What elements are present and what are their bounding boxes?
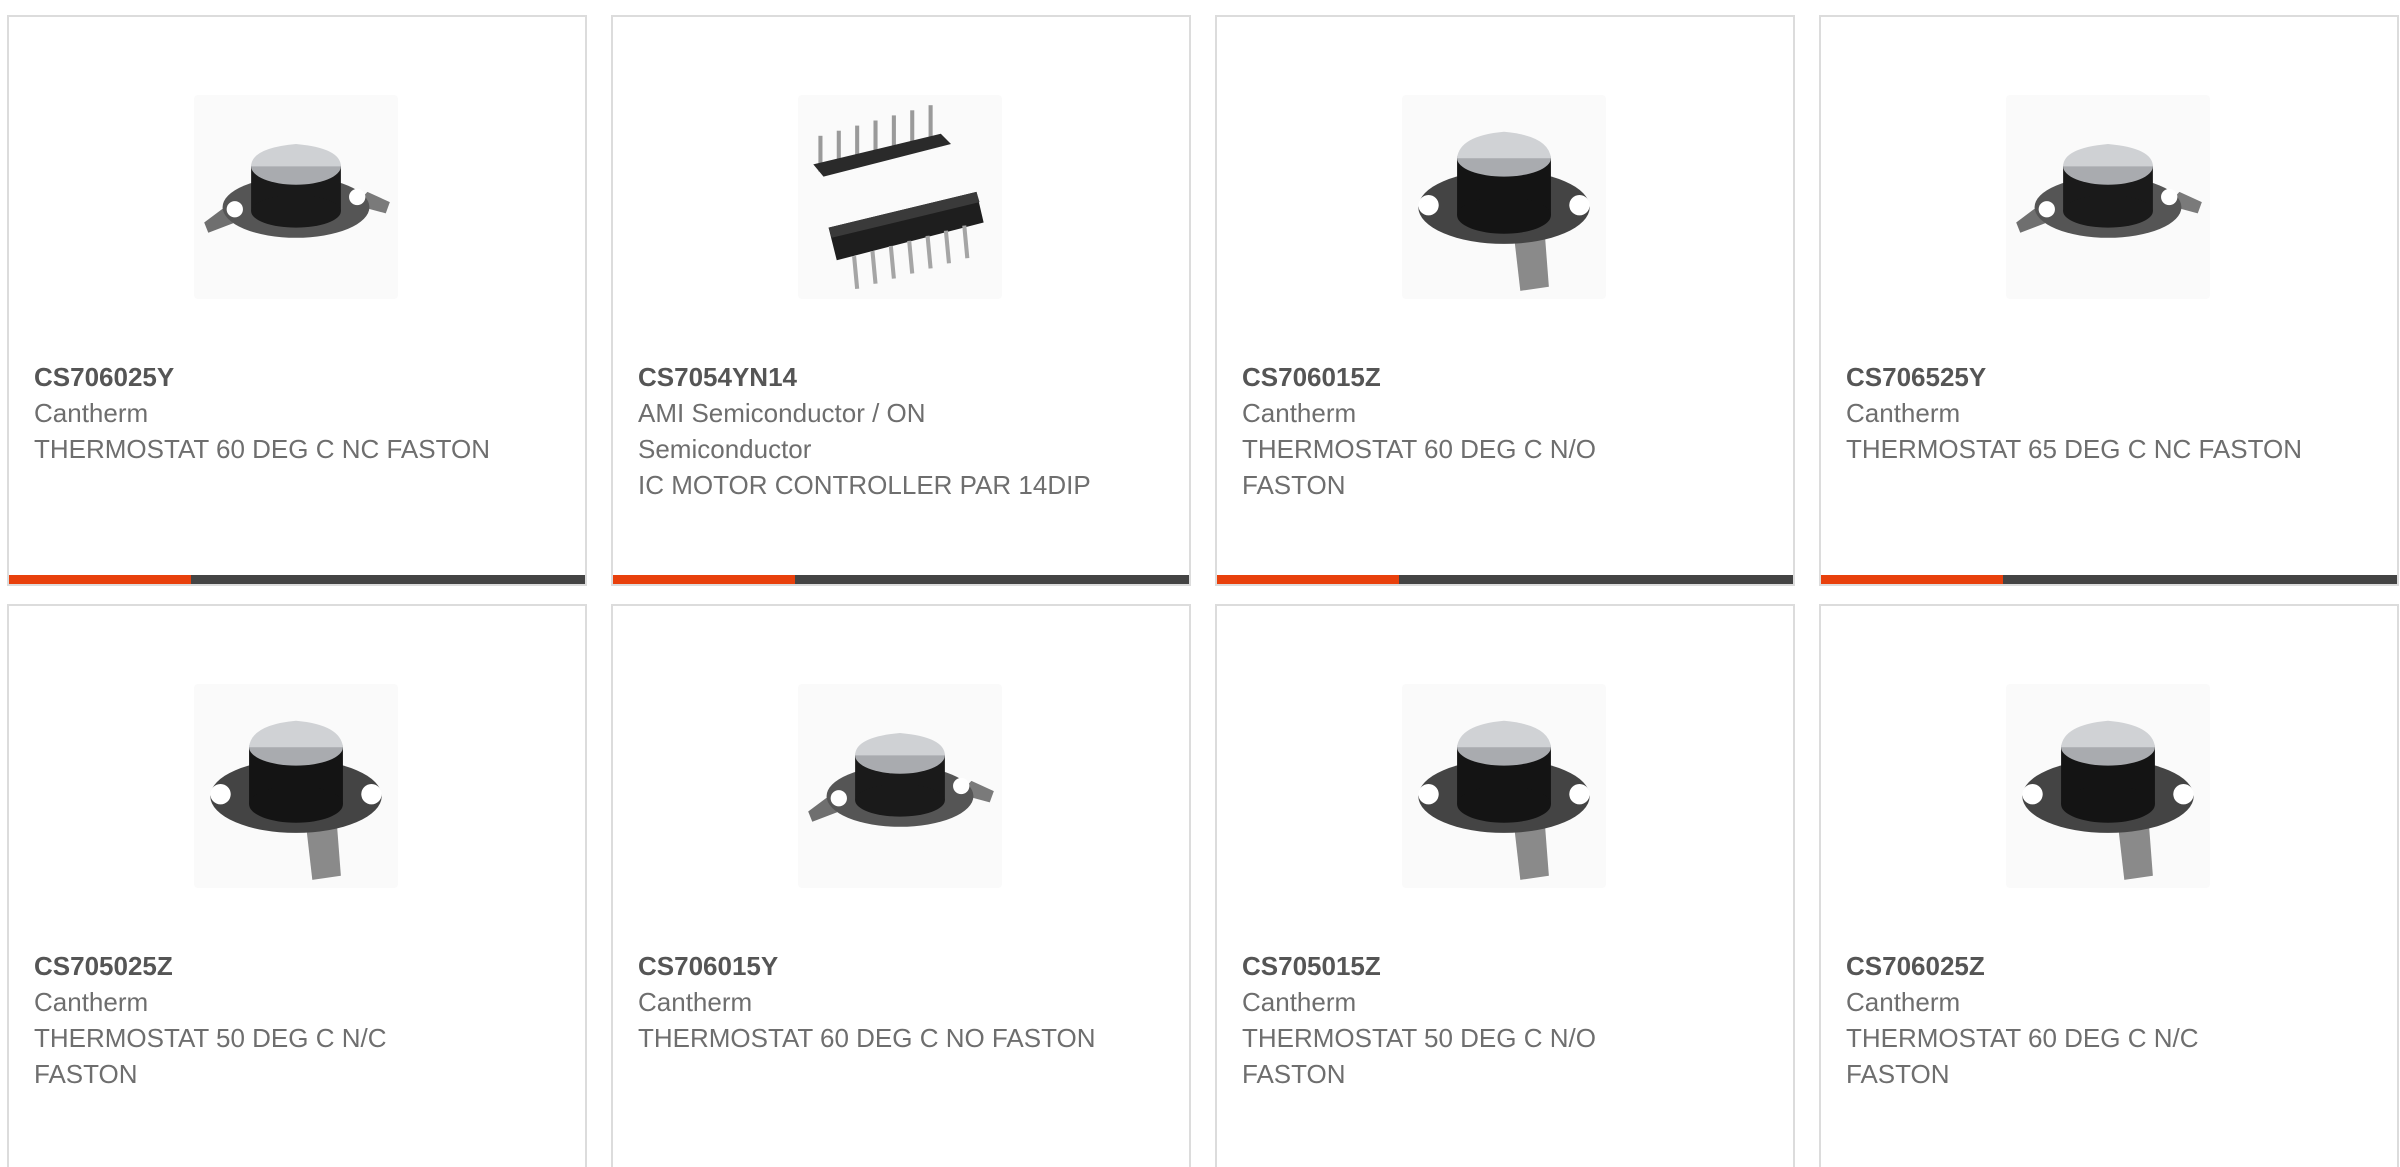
description: THERMOSTAT 50 DEG C N/O FASTON (1242, 1023, 1596, 1089)
part-number[interactable]: CS7054YN14 (638, 359, 1098, 395)
thermostat-faston-tab-icon (1418, 131, 1590, 291)
product-card[interactable]: CS706525Y Cantherm THERMOSTAT 65 DEG C N… (1819, 15, 2399, 586)
product-card[interactable]: CS706015Z Cantherm THERMOSTAT 60 DEG C N… (1215, 15, 1795, 586)
part-number[interactable]: CS706525Y (1846, 359, 2306, 395)
thermostat-side-tabs-icon (204, 143, 390, 238)
product-image[interactable] (1402, 684, 1606, 888)
product-image[interactable] (1402, 95, 1606, 299)
product-image[interactable] (2006, 684, 2210, 888)
product-info: CS706015Y Cantherm THERMOSTAT 60 DEG C N… (638, 948, 1098, 1056)
manufacturer: AMI Semiconductor / ON Semiconductor (638, 398, 926, 464)
product-card[interactable]: CS7054YN14 AMI Semiconductor / ON Semico… (611, 15, 1191, 586)
thermostat-faston-tab-icon (210, 720, 382, 880)
product-image[interactable] (194, 684, 398, 888)
part-number[interactable]: CS706015Z (1242, 359, 1702, 395)
manufacturer: Cantherm (1242, 987, 1357, 1017)
card-accent-bar (1821, 575, 2003, 584)
card-accent-bar (613, 575, 795, 584)
product-card[interactable]: CS706025Y Cantherm THERMOSTAT 60 DEG C N… (7, 15, 587, 586)
manufacturer: Cantherm (638, 987, 753, 1017)
part-number[interactable]: CS705025Z (34, 948, 494, 984)
product-image[interactable] (194, 95, 398, 299)
manufacturer: Cantherm (1242, 398, 1357, 428)
product-image[interactable] (798, 95, 1002, 299)
description: IC MOTOR CONTROLLER PAR 14DIP (638, 470, 1091, 500)
description: THERMOSTAT 50 DEG C N/C FASTON (34, 1023, 387, 1089)
description: THERMOSTAT 60 DEG C NO FASTON (638, 1023, 1096, 1053)
card-accent-bar (1217, 575, 1399, 584)
part-number[interactable]: CS706015Y (638, 948, 1098, 984)
part-number[interactable]: CS705015Z (1242, 948, 1702, 984)
thermostat-faston-tab-icon (1418, 720, 1590, 880)
card-bottom-bar (613, 575, 1189, 584)
manufacturer: Cantherm (1846, 398, 1961, 428)
card-bottom-bar (1217, 575, 1793, 584)
product-info: CS706015Z Cantherm THERMOSTAT 60 DEG C N… (1242, 359, 1702, 503)
part-number[interactable]: CS706025Y (34, 359, 494, 395)
description: THERMOSTAT 60 DEG C N/O FASTON (1242, 434, 1596, 500)
card-bottom-bar (1821, 575, 2397, 584)
manufacturer: Cantherm (1846, 987, 1961, 1017)
product-image[interactable] (2006, 95, 2210, 299)
product-grid: CS706025Y Cantherm THERMOSTAT 60 DEG C N… (0, 0, 2400, 1167)
product-card[interactable]: CS705025Z Cantherm THERMOSTAT 50 DEG C N… (7, 604, 587, 1167)
description: THERMOSTAT 65 DEG C NC FASTON (1846, 434, 2303, 464)
manufacturer: Cantherm (34, 398, 149, 428)
card-accent-bar (9, 575, 191, 584)
description: THERMOSTAT 60 DEG C N/C FASTON (1846, 1023, 2199, 1089)
description: THERMOSTAT 60 DEG C NC FASTON (34, 434, 491, 464)
product-info: CS705015Z Cantherm THERMOSTAT 50 DEG C N… (1242, 948, 1702, 1092)
product-image[interactable] (798, 684, 1002, 888)
product-info: CS706025Y Cantherm THERMOSTAT 60 DEG C N… (34, 359, 494, 467)
product-info: CS706525Y Cantherm THERMOSTAT 65 DEG C N… (1846, 359, 2306, 467)
thermostat-side-tabs-icon (808, 732, 994, 827)
product-card[interactable]: CS706015Y Cantherm THERMOSTAT 60 DEG C N… (611, 604, 1191, 1167)
thermostat-side-tabs-icon (2016, 143, 2202, 238)
product-card[interactable]: CS705015Z Cantherm THERMOSTAT 50 DEG C N… (1215, 604, 1795, 1167)
dip-ic-chip-icon (813, 105, 984, 289)
card-bottom-bar (9, 575, 585, 584)
manufacturer: Cantherm (34, 987, 149, 1017)
product-card[interactable]: CS706025Z Cantherm THERMOSTAT 60 DEG C N… (1819, 604, 2399, 1167)
part-number[interactable]: CS706025Z (1846, 948, 2306, 984)
product-info: CS705025Z Cantherm THERMOSTAT 50 DEG C N… (34, 948, 494, 1092)
thermostat-faston-tab-icon (2022, 720, 2194, 880)
product-info: CS7054YN14 AMI Semiconductor / ON Semico… (638, 359, 1098, 503)
product-info: CS706025Z Cantherm THERMOSTAT 60 DEG C N… (1846, 948, 2306, 1092)
